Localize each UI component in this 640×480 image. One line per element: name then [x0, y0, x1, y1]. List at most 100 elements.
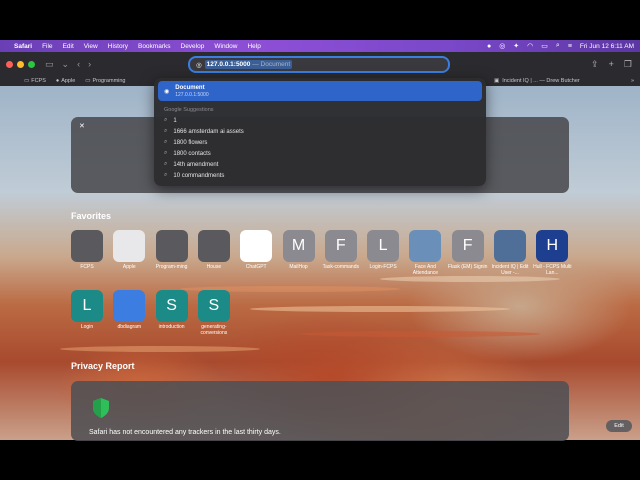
favorite-icon	[71, 230, 103, 262]
favorite-label: Program-ming	[155, 264, 188, 270]
favorite-icon: F	[324, 230, 357, 262]
favorites-title: Favorites	[71, 211, 112, 221]
favorite-icon: M	[282, 230, 315, 262]
favorite-label: ChatGPT	[245, 264, 267, 270]
favorite-icon	[240, 230, 273, 262]
suggestion-item[interactable]: ⌕ 14th amendment	[158, 159, 482, 170]
bookmark-folder-programming[interactable]: ▭ Programming	[85, 78, 125, 84]
favorite-label: Login-FCPS	[369, 264, 397, 270]
shield-icon	[93, 398, 109, 418]
tab-overview-icon[interactable]: ❐	[624, 59, 632, 70]
favorite-label: Face And Attendance	[412, 264, 439, 276]
apple-icon: ●	[55, 78, 60, 84]
favorite-tile[interactable]: F Flask (EM) Signin	[448, 230, 488, 270]
bookmark-apple[interactable]: ● Apple	[56, 78, 75, 84]
close-icon[interactable]: ✕	[79, 122, 85, 130]
toolbar-right: ⇪ + ❐	[591, 59, 632, 70]
suggestion-text: 1800 contacts	[173, 150, 211, 157]
close-window-button[interactable]	[6, 60, 13, 68]
menu-view[interactable]: View	[84, 43, 98, 50]
favorite-label: introduction	[158, 324, 185, 330]
search-icon: ⌕	[164, 128, 168, 134]
favorite-tile[interactable]: Incident IQ | Edit User -...	[490, 230, 530, 276]
bookmark-label: Programming	[92, 78, 126, 84]
favorite-tile[interactable]: Apple	[109, 230, 149, 270]
bookmark-incident-iq[interactable]: ▣ Incident IQ | ... — Drew Butcher	[494, 78, 580, 84]
address-suffix: — Document	[252, 61, 291, 68]
favorite-tile[interactable]: L Login	[67, 290, 107, 330]
control-center-icon[interactable]: ≡	[568, 43, 572, 50]
menu-develop[interactable]: Develop	[181, 43, 205, 50]
privacy-report-title: Privacy Report	[71, 361, 135, 371]
edit-button[interactable]: Edit	[606, 420, 632, 432]
bookmark-folder-fcps[interactable]: ▭ FCPS	[24, 78, 46, 84]
suggestion-item[interactable]: ⌕ 1666 amsterdam ai assets	[158, 126, 482, 137]
folder-icon: ▭	[24, 78, 30, 84]
favorite-label: FCPS	[80, 264, 94, 270]
favorite-tile[interactable]: House	[194, 230, 234, 270]
menu-window[interactable]: Window	[214, 43, 237, 50]
clock[interactable]: Fri Jun 12 6:11 AM	[580, 43, 634, 50]
bookmark-label: Incident IQ | ... — Drew Butcher	[502, 78, 580, 84]
top-hit-item[interactable]: ◉ Document 127.0.0.1:5000	[158, 81, 482, 101]
search-icon: ⌕	[164, 150, 168, 156]
favorite-icon	[155, 230, 188, 262]
address-selection: 127.0.0.1:5000 — Document	[204, 60, 293, 69]
favorite-label: Task-commands	[322, 264, 359, 270]
search-icon[interactable]: ⌕	[556, 42, 560, 50]
favorite-tile[interactable]: H Hull - FCPS Multi Lan...	[532, 230, 572, 276]
favorite-icon: S	[155, 290, 188, 322]
suggestion-text: 10 commandments	[173, 172, 225, 179]
privacy-report-card[interactable]: Safari has not encountered any trackers …	[71, 381, 569, 441]
favorite-tile[interactable]: Sintroduction	[152, 290, 192, 330]
new-tab-icon[interactable]: +	[609, 59, 614, 70]
suggestion-item[interactable]: ⌕ 1800 flowers	[158, 137, 482, 148]
favorite-icon: L	[367, 230, 400, 262]
favorite-label: Flask (EM) Signin	[447, 264, 488, 270]
zoom-window-button[interactable]	[28, 60, 35, 68]
site-icon: ◎	[196, 61, 202, 69]
wifi-icon[interactable]: ◠	[527, 42, 533, 50]
menu-bookmarks[interactable]: Bookmarks	[138, 43, 171, 50]
back-icon[interactable]: ‹	[77, 59, 80, 69]
favorite-label: generating-conversions	[200, 324, 228, 336]
favorite-tile[interactable]: ChatGPT	[236, 230, 276, 270]
search-icon: ⌕	[164, 161, 168, 167]
share-icon[interactable]: ⇪	[591, 59, 599, 70]
suggestion-text: 1666 amsterdam ai assets	[173, 128, 244, 135]
chevron-down-icon[interactable]: ⌄	[62, 59, 70, 70]
favorite-icon: H	[536, 230, 569, 262]
favorite-tile[interactable]: dbdiagram	[109, 290, 149, 330]
chevron-right-icon[interactable]: »	[631, 78, 634, 84]
menu-help[interactable]: Help	[247, 43, 260, 50]
top-hit-url: 127.0.0.1:5000	[175, 91, 209, 98]
menu-file[interactable]: File	[42, 43, 52, 50]
suggestion-item[interactable]: ⌕ 1	[158, 115, 482, 126]
folder-icon: ▭	[85, 78, 91, 84]
battery-icon[interactable]: ▭	[541, 42, 548, 50]
privacy-message: Safari has not encountered any trackers …	[89, 429, 281, 436]
sidebar-toggle-icon[interactable]: ▭	[45, 59, 54, 70]
favorite-label: Hull - FCPS Multi Lan...	[533, 264, 572, 276]
favorite-tile[interactable]: Program-ming	[152, 230, 192, 270]
menu-edit[interactable]: Edit	[63, 43, 74, 50]
window-controls	[6, 60, 35, 68]
ai-icon[interactable]: ◎	[499, 42, 505, 50]
favorite-tile[interactable]: Sgenerating-conversions	[194, 290, 234, 336]
sparkle-icon[interactable]: ✦	[513, 42, 519, 50]
favorite-tile[interactable]: F Task-commands	[321, 230, 361, 270]
menu-history[interactable]: History	[108, 43, 128, 50]
menu-app-safari[interactable]: Safari	[14, 43, 32, 50]
favorite-tile[interactable]: FCPS	[67, 230, 107, 270]
record-icon[interactable]: ●	[487, 43, 491, 50]
safari-toolbar: ▭ ⌄ ‹ › ◎ 127.0.0.1:5000 — Document ⇪ + …	[0, 52, 640, 76]
favorite-label: Login	[80, 324, 94, 330]
suggestion-item[interactable]: ⌕ 10 commandments	[158, 170, 482, 181]
forward-icon[interactable]: ›	[88, 59, 91, 69]
address-bar[interactable]: ◎ 127.0.0.1:5000 — Document	[188, 56, 450, 73]
favorite-tile[interactable]: M MailHop	[279, 230, 319, 270]
suggestion-item[interactable]: ⌕ 1800 contacts	[158, 148, 482, 159]
favorite-tile[interactable]: L Login-FCPS	[363, 230, 403, 270]
favorite-tile[interactable]: Face And Attendance	[405, 230, 445, 276]
minimize-window-button[interactable]	[17, 60, 24, 68]
